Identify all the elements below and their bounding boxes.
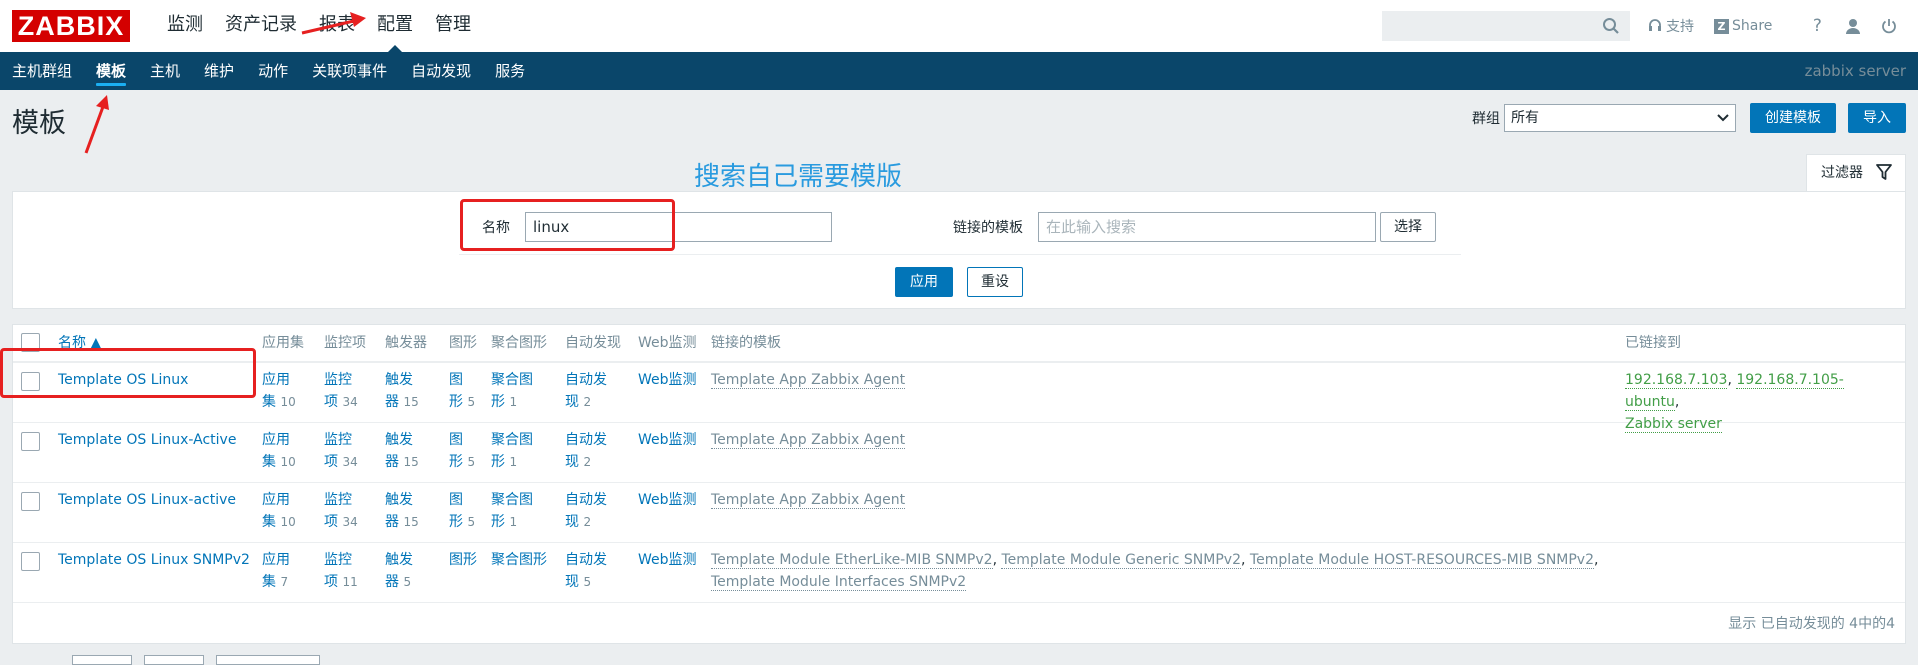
arrow-to-config-icon — [301, 12, 366, 35]
arrow-to-templates-icon — [84, 95, 109, 154]
annotation-arrows — [84, 12, 366, 154]
